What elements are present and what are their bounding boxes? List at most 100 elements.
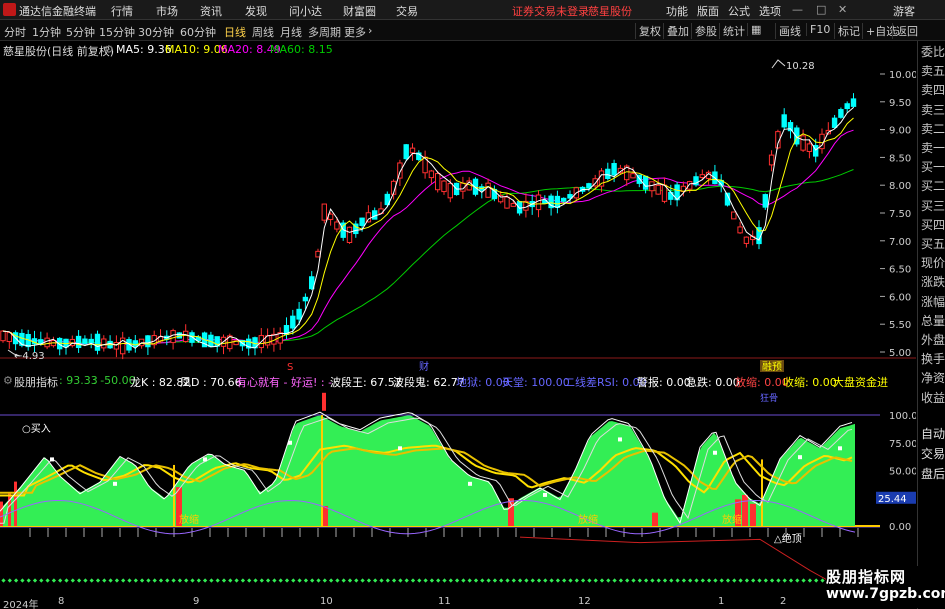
menu-news[interactable]: 资讯 bbox=[200, 3, 222, 19]
ind-wave-ghost: 波段鬼: 62.77 bbox=[393, 376, 465, 389]
bottom-dot bbox=[562, 578, 567, 583]
settings-icon[interactable]: ⚙ bbox=[3, 374, 13, 387]
btn-adjust[interactable]: 复权 bbox=[635, 23, 661, 39]
sidebar-item[interactable]: 委比 bbox=[921, 43, 945, 62]
sidebar-item[interactable]: 盘后 bbox=[921, 465, 945, 484]
signal-dot bbox=[618, 437, 622, 442]
bottom-dot bbox=[133, 578, 138, 583]
period-more[interactable]: 更多 bbox=[344, 24, 366, 40]
maximize-icon[interactable]: □ bbox=[816, 3, 826, 16]
period-5min[interactable]: 5分钟 bbox=[66, 24, 95, 40]
sidebar-item[interactable]: 总量 bbox=[921, 312, 945, 331]
bottom-dot bbox=[347, 578, 353, 583]
tool-function[interactable]: 功能 bbox=[666, 3, 688, 19]
price-label: 5.00 bbox=[889, 348, 911, 359]
btn-f10[interactable]: F10 bbox=[806, 23, 830, 36]
tool-options[interactable]: 选项 bbox=[759, 3, 781, 19]
tool-formula[interactable]: 公式 bbox=[728, 3, 750, 19]
period-timeshare[interactable]: 分时 bbox=[4, 24, 26, 40]
menu-market[interactable]: 市场 bbox=[156, 3, 178, 19]
menu-wealth[interactable]: 财富圈 bbox=[343, 3, 376, 19]
period-monthly[interactable]: 月线 bbox=[280, 24, 302, 40]
bottom-dot bbox=[341, 578, 346, 583]
sidebar-item[interactable]: 涨幅 bbox=[921, 293, 945, 312]
settings-icon[interactable]: ⚙ bbox=[104, 43, 114, 56]
bottom-dot bbox=[7, 578, 12, 583]
sidebar-item[interactable]: 卖一 bbox=[921, 139, 945, 158]
menu-ask[interactable]: 问小达 bbox=[289, 3, 322, 19]
bottom-dot bbox=[354, 578, 359, 583]
period-30min[interactable]: 30分钟 bbox=[138, 24, 174, 40]
bottom-dot bbox=[278, 578, 283, 583]
minimize-icon[interactable]: — bbox=[792, 3, 803, 16]
candle bbox=[781, 114, 787, 128]
bottom-dot bbox=[259, 578, 264, 583]
guest-button[interactable]: 游客 bbox=[893, 3, 915, 19]
bottom-dot bbox=[316, 578, 321, 583]
ind-drop: 急跌: 0.00 bbox=[686, 376, 740, 389]
ma5-line bbox=[2, 107, 854, 349]
candle bbox=[441, 180, 447, 193]
bottom-dot bbox=[234, 578, 239, 583]
bottom-dot bbox=[473, 578, 479, 583]
bottom-dot bbox=[202, 578, 208, 583]
ind-v1: : 93.33 bbox=[59, 374, 98, 387]
menu-market-quotes[interactable]: 行情 bbox=[111, 3, 133, 19]
sidebar-item[interactable]: 涨跌 bbox=[921, 273, 945, 292]
sidebar-item[interactable]: 交易 bbox=[921, 445, 945, 464]
grid-icon[interactable]: ▦ bbox=[747, 23, 761, 36]
candle bbox=[302, 296, 309, 302]
period-weekly[interactable]: 周线 bbox=[252, 24, 274, 40]
signal-dot bbox=[288, 440, 292, 445]
sidebar-item[interactable]: 现价 bbox=[921, 254, 945, 273]
btn-overlay[interactable]: 叠加 bbox=[663, 23, 689, 39]
period-15min[interactable]: 15分钟 bbox=[99, 24, 135, 40]
price-label: 7.50 bbox=[889, 209, 911, 220]
candlestick-chart[interactable]: 10.00 9.50 9.00 8.50 8.00 7.50 7.00 6.50 6.00 5.5… bbox=[0, 58, 916, 373]
bottom-dot bbox=[26, 578, 31, 583]
sidebar-item[interactable]: 卖五 bbox=[921, 62, 945, 81]
sidebar-item[interactable]: 买一 bbox=[921, 158, 945, 177]
menu-trade[interactable]: 交易 bbox=[396, 3, 418, 19]
bottom-dot bbox=[291, 578, 296, 583]
sidebar-item[interactable]: 卖四 bbox=[921, 81, 945, 100]
btn-back[interactable]: 返回 bbox=[892, 23, 918, 39]
btn-stats[interactable]: 统计 bbox=[719, 23, 745, 39]
login-warning[interactable]: 证券交易未登录 bbox=[512, 3, 589, 19]
menu-discover[interactable]: 发现 bbox=[245, 3, 267, 19]
btn-mark[interactable]: 标记 bbox=[834, 23, 860, 39]
sidebar-item[interactable]: 收益 bbox=[921, 389, 945, 408]
bottom-dot bbox=[505, 578, 510, 583]
bottom-dot bbox=[64, 578, 69, 583]
sidebar-item[interactable]: 外盘 bbox=[921, 331, 945, 350]
sidebar-item[interactable]: 买四 bbox=[921, 216, 945, 235]
sidebar-item[interactable]: 换手 bbox=[921, 350, 945, 369]
tool-layout[interactable]: 版面 bbox=[697, 3, 719, 19]
sidebar-item[interactable]: 卖三 bbox=[921, 101, 945, 120]
candle bbox=[334, 221, 340, 230]
period-daily[interactable]: 日线 bbox=[224, 24, 246, 40]
period-1min[interactable]: 1分钟 bbox=[32, 24, 61, 40]
sidebar-item[interactable]: 买二 bbox=[921, 177, 945, 196]
bottom-dot bbox=[360, 578, 365, 583]
indicator-chart[interactable]: 100.075.0050.0025.000.0025.4414:5614:561… bbox=[0, 389, 916, 595]
sidebar-item[interactable]: 卖二 bbox=[921, 120, 945, 139]
bottom-dot bbox=[669, 578, 674, 583]
bottom-dot bbox=[782, 578, 787, 583]
chevron-right-icon[interactable]: › bbox=[368, 24, 372, 37]
period-60min[interactable]: 60分钟 bbox=[180, 24, 216, 40]
sidebar-item[interactable]: 自动 bbox=[921, 425, 945, 444]
candle bbox=[504, 196, 510, 209]
bottom-dot bbox=[76, 578, 82, 583]
close-icon[interactable]: ✕ bbox=[838, 3, 847, 16]
sidebar-item[interactable]: 买三 bbox=[921, 197, 945, 216]
sidebar-item[interactable]: 买五 bbox=[921, 235, 945, 254]
bottom-dot bbox=[423, 578, 428, 583]
btn-shares[interactable]: 参股 bbox=[691, 23, 717, 39]
ind-wave-king: 波段王: 67.57 bbox=[330, 376, 402, 389]
candle bbox=[44, 337, 50, 348]
period-multi[interactable]: 多周期 bbox=[308, 24, 341, 40]
sidebar-item[interactable]: 净资 bbox=[921, 369, 945, 388]
btn-drawline[interactable]: 画线 bbox=[775, 23, 801, 39]
ind-axis-label: 0.00 bbox=[889, 522, 911, 533]
